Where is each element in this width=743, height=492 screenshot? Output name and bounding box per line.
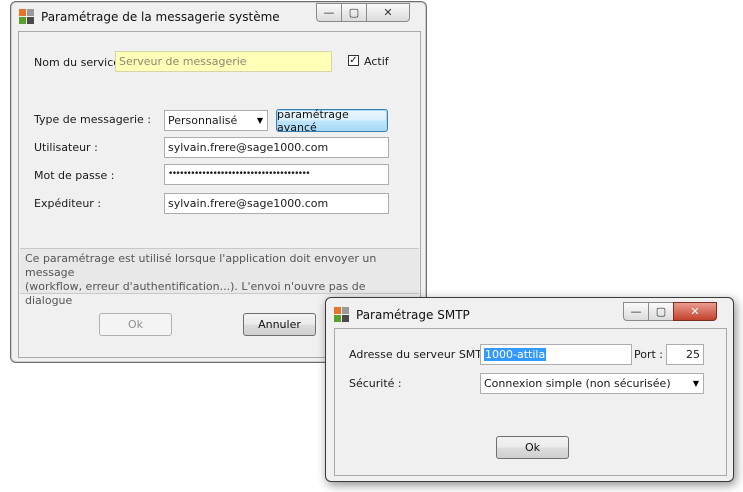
password-input[interactable]: •••••••••••••••••••••••••••••••••••••• (164, 164, 389, 185)
sender-label: Expéditeur : (34, 197, 102, 210)
advanced-settings-button[interactable]: paramétrage avancé (276, 108, 388, 134)
minimize-icon[interactable]: — (316, 3, 342, 22)
cancel-button[interactable]: Annuler (243, 313, 316, 336)
smtp-ok-button[interactable]: Ok (496, 436, 569, 459)
maximize-icon[interactable]: ▢ (648, 302, 674, 321)
mail-type-label: Type de messagerie : (34, 113, 151, 126)
smtp-client-area: Adresse du serveur SMTP : 1000-attila Po… (334, 328, 727, 476)
chevron-down-icon: ▼ (692, 379, 699, 388)
window-title: Paramétrage SMTP (356, 308, 470, 322)
security-select[interactable]: Connexion simple (non sécurisée) ▼ (480, 373, 704, 394)
close-icon[interactable]: ✕ (673, 302, 717, 321)
window-title: Paramétrage de la messagerie système (41, 10, 280, 24)
mail-type-value: Personnalisé (168, 114, 238, 127)
info-line-1: Ce paramétrage est utilisé lorsque l'app… (25, 252, 377, 279)
title-bar[interactable]: Paramétrage SMTP — ▢ ✕ (326, 298, 733, 328)
smtp-server-input[interactable]: 1000-attila (480, 344, 632, 365)
active-label: Actif (364, 55, 389, 68)
ok-button[interactable]: Ok (99, 313, 172, 336)
password-label: Mot de passe : (34, 169, 115, 182)
app-icon (334, 307, 350, 323)
active-checkbox[interactable]: ✓ (348, 55, 359, 66)
user-input[interactable]: sylvain.frere@sage1000.com (164, 137, 389, 158)
title-bar[interactable]: Paramétrage de la messagerie système — ▢… (11, 2, 426, 31)
chevron-down-icon: ▼ (256, 116, 263, 125)
maximize-icon[interactable]: ▢ (341, 3, 367, 22)
user-label: Utilisateur : (34, 141, 98, 154)
smtp-settings-window: Paramétrage SMTP — ▢ ✕ Adresse du serveu… (325, 297, 734, 482)
mail-type-select[interactable]: Personnalisé ▼ (164, 110, 268, 131)
app-icon (19, 9, 35, 25)
security-label: Sécurité : (349, 377, 402, 390)
service-name-label: Nom du service : (34, 56, 128, 69)
smtp-server-label: Adresse du serveur SMTP : (349, 348, 496, 361)
info-message: Ce paramétrage est utilisé lorsque l'app… (20, 248, 419, 307)
service-name-input[interactable]: Serveur de messagerie (115, 51, 332, 72)
port-input[interactable]: 25 (666, 344, 704, 365)
minimize-icon[interactable]: — (623, 302, 649, 321)
port-label: Port : (634, 348, 664, 361)
security-value: Connexion simple (non sécurisée) (484, 377, 671, 390)
close-icon[interactable]: ✕ (366, 3, 410, 22)
sender-input[interactable]: sylvain.frere@sage1000.com (164, 193, 389, 214)
smtp-server-value: 1000-attila (484, 348, 547, 361)
